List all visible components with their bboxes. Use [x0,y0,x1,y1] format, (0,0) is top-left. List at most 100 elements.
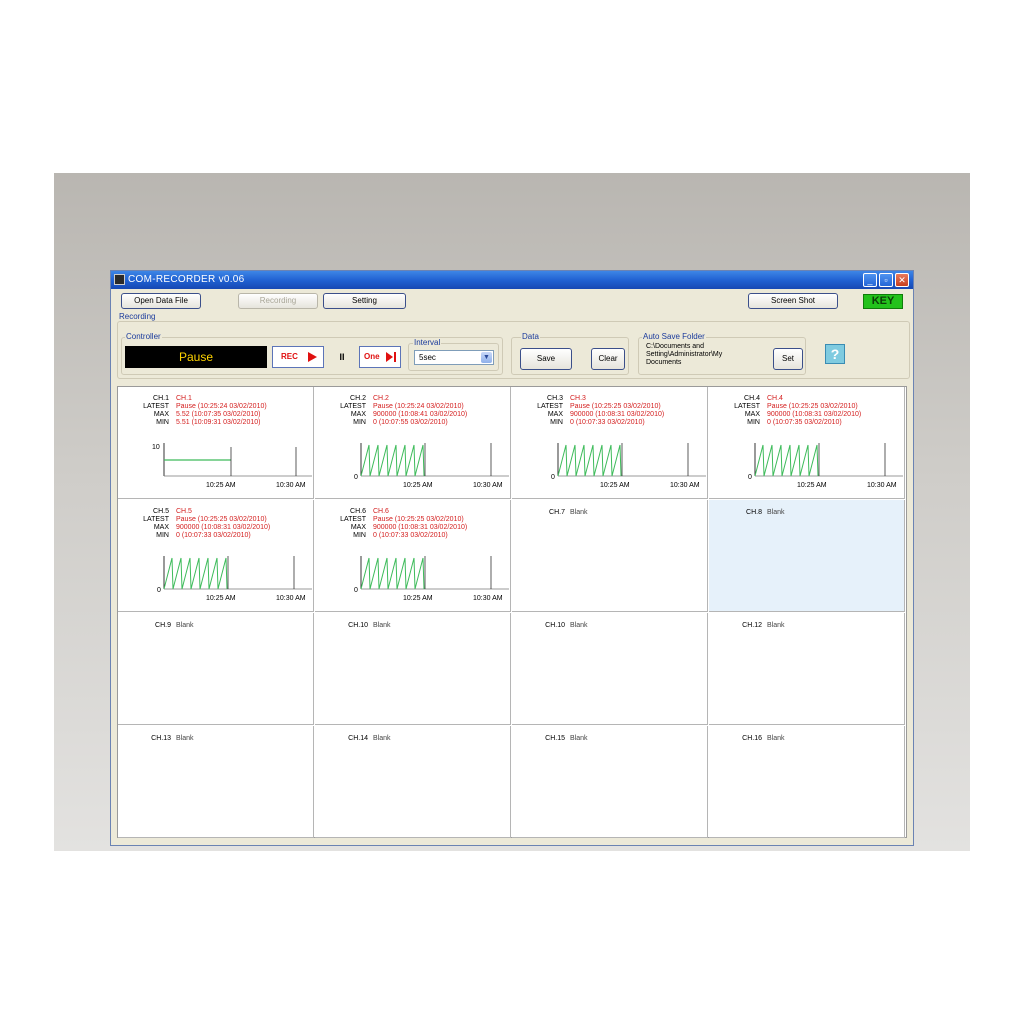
channel-cell[interactable]: CH.13 Blank [118,726,314,838]
channel-status: Blank [373,735,391,742]
series-line [163,557,228,590]
channel-status: Blank [767,509,785,516]
help-icon[interactable]: ? [825,344,845,364]
channel-label: CH.10 [348,622,368,629]
app-icon [114,274,125,285]
auto-save-group-title: Auto Save Folder [642,332,706,341]
channel-trend-chart: 0 10:25 AM 10:30 AM [748,443,903,489]
x-tick-label: 10:30 AM [473,595,503,602]
channel-cell[interactable]: CH.2 LATEST MAX MIN CH.2 Pause (10:25:24 03/0… [315,387,511,499]
channel-label: CH.12 [742,622,762,629]
key-badge: KEY [863,294,903,309]
channel-cell[interactable]: CH.4 LATEST MAX MIN CH.4 Pause (10:25:25 03/0… [709,387,905,499]
series-line [557,444,622,477]
x-tick-label: 10:25 AM [403,595,433,602]
channel-cell[interactable]: CH.10 Blank [512,613,708,725]
interval-value: 5sec [419,353,436,362]
channel-status: Blank [570,509,588,516]
x-tick-label: 10:25 AM [600,482,630,489]
x-tick-label: 10:25 AM [206,595,236,602]
channel-status: Blank [767,622,785,629]
channel-cell[interactable]: CH.1 LATEST MAX MIN CH.1 Pause (10:25:24 03/0… [118,387,314,499]
x-tick-label: 10:30 AM [670,482,700,489]
channel-cell[interactable]: CH.14 Blank [315,726,511,838]
channel-label: CH.10 [545,622,565,629]
channel-label: CH.15 [545,735,565,742]
channel-cell[interactable]: CH.12 Blank [709,613,905,725]
x-tick-label: 10:30 AM [276,482,306,489]
channel-label: CH.13 [151,735,171,742]
y-tick-label: 0 [354,474,358,481]
channel-cell[interactable]: CH.16 Blank [709,726,905,838]
channel-status: Blank [570,735,588,742]
auto-save-path-line: Documents [646,359,682,366]
channel-status: Blank [176,735,194,742]
recording-button[interactable]: Recording [238,293,318,309]
x-tick-label: 10:25 AM [797,482,827,489]
x-tick-label: 10:25 AM [403,482,433,489]
channel-cell[interactable]: CH.3 LATEST MAX MIN CH.3 Pause (10:25:25 03/0… [512,387,708,499]
play-icon [308,352,317,362]
channel-cell[interactable]: CH.10 Blank [315,613,511,725]
y-tick-label: 10 [152,444,160,451]
screen-shot-button[interactable]: Screen Shot [748,293,838,309]
y-tick-label: 0 [551,474,555,481]
window-title: COM-RECORDER v0.06 [128,274,245,285]
channel-cell[interactable]: CH.5 LATEST MAX MIN CH.5 Pause (10:25:25 03/0… [118,500,314,612]
x-tick-label: 10:30 AM [276,595,306,602]
interval-select[interactable]: 5sec ▼ [414,350,494,365]
y-tick-label: 0 [354,587,358,594]
minimize-button[interactable]: _ [863,273,877,287]
channel-status: Blank [767,735,785,742]
channel-trend-chart: 0 10:25 AM 10:30 AM [157,556,312,602]
rec-button-label: REC [281,352,298,361]
maximize-button[interactable]: ▫ [879,273,893,287]
app-window: COM-RECORDER v0.06 _ ▫ ✕ Open Data File … [110,270,914,846]
channel-label: CH.16 [742,735,762,742]
open-data-file-button[interactable]: Open Data File [121,293,201,309]
set-folder-button[interactable]: Set [773,348,803,370]
step-icon [386,352,393,362]
x-tick-label: 10:30 AM [867,482,897,489]
channel-label: CH.7 [549,509,565,516]
channel-trend-chart: 0 10:25 AM 10:30 AM [354,556,509,602]
channel-cell[interactable]: CH.7 Blank [512,500,708,612]
series-line [360,557,425,590]
title-bar: COM-RECORDER v0.06 _ ▫ ✕ [111,271,913,289]
channel-trend-chart: 10 10:25 AM 10:30 AM [152,443,312,489]
series-line [754,444,819,477]
channel-status: Blank [570,622,588,629]
x-tick-label: 10:30 AM [473,482,503,489]
data-group-title: Data [521,332,540,341]
auto-save-path-line: C:\Documents and [646,343,704,350]
x-tick-label: 10:25 AM [206,482,236,489]
one-shot-button[interactable]: One [359,346,401,368]
chevron-down-icon[interactable]: ▼ [481,352,492,363]
y-tick-label: 0 [157,587,161,594]
one-button-label: One [364,352,380,361]
controller-group-title: Controller [125,332,162,341]
status-display: Pause [125,346,267,368]
channel-cell[interactable]: CH.9 Blank [118,613,314,725]
recording-section-label: Recording [119,312,156,321]
pause-button[interactable]: II [333,346,351,368]
channel-grid: CH.1 LATEST MAX MIN CH.1 Pause (10:25:24 03/0… [117,386,907,838]
channel-cell[interactable]: CH.8 Blank [709,500,905,612]
interval-group-title: Interval [413,338,442,347]
step-bar-icon [394,352,396,362]
y-tick-label: 0 [748,474,752,481]
clear-button[interactable]: Clear [591,348,625,370]
channel-cell[interactable]: CH.6 LATEST MAX MIN CH.6 Pause (10:25:25 03/0… [315,500,511,612]
channel-status: Blank [176,622,194,629]
rec-button[interactable]: REC [272,346,324,368]
channel-cell[interactable]: CH.15 Blank [512,726,708,838]
series-line [360,444,425,477]
close-button[interactable]: ✕ [895,273,909,287]
channel-label: CH.8 [746,509,762,516]
save-button[interactable]: Save [520,348,572,370]
auto-save-path-line: Setting\Administrator\My [646,351,723,358]
channel-label: CH.9 [155,622,171,629]
setting-button[interactable]: Setting [323,293,406,309]
channel-trend-chart: 0 10:25 AM 10:30 AM [551,443,706,489]
channel-status: Blank [373,622,391,629]
